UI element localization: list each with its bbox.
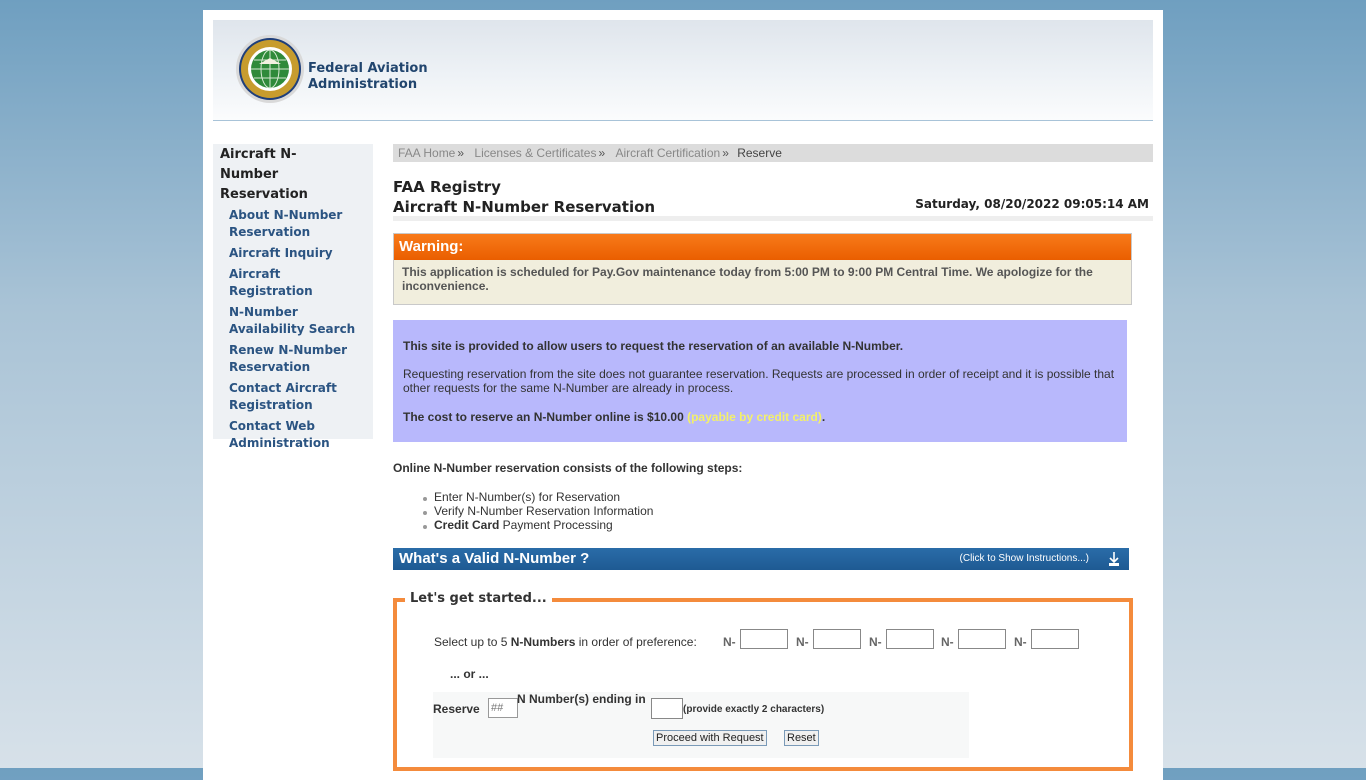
page-title-registry: FAA Registry	[393, 178, 501, 196]
info-cost: The cost to reserve an N-Number online i…	[393, 395, 1127, 424]
sidebar-title: Aircraft N-Number Reservation	[220, 147, 308, 202]
sidebar: Aircraft N-Number Reservation About N-Nu…	[213, 144, 373, 450]
get-started-form: Let's get started... Select up to 5 N-Nu…	[393, 590, 1133, 771]
breadcrumb-separator: »	[598, 146, 606, 160]
reserve-count-input[interactable]	[488, 698, 518, 718]
sidebar-menu: About N-Number Reservation Aircraft Inqu…	[213, 207, 373, 456]
n-prefix-2: N-	[796, 635, 809, 649]
breadcrumb: FAA Home» Licenses & Certificates» Aircr…	[393, 144, 1153, 162]
step-text: Verify N-Number Reservation Information	[434, 504, 654, 518]
step-item: Credit Card Payment Processing	[421, 518, 653, 532]
info-intro: This site is provided to allow users to …	[403, 339, 904, 353]
sidebar-item-availability-search[interactable]: N-Number Availability Search	[213, 304, 373, 342]
page: Federal Aviation Administration Aircraft…	[203, 10, 1163, 780]
n-number-input-4[interactable]	[958, 629, 1006, 649]
faa-seal-icon[interactable]	[235, 34, 305, 104]
sidebar-item-aircraft-inquiry[interactable]: Aircraft Inquiry	[213, 245, 373, 266]
breadcrumb-separator: »	[457, 146, 465, 160]
form-legend: Let's get started...	[405, 590, 552, 608]
brand-line-2: Administration	[308, 77, 418, 92]
n-number-input-3[interactable]	[886, 629, 934, 649]
breadcrumb-separator: »	[722, 146, 729, 160]
page-title-block: FAA Registry Aircraft N-Number Reservati…	[393, 178, 1153, 221]
breadcrumb-aircraft-certification[interactable]: Aircraft Certification	[610, 146, 720, 160]
step-item: Verify N-Number Reservation Information	[421, 504, 653, 518]
reset-button[interactable]: Reset	[784, 730, 819, 746]
n-number-input-1[interactable]	[740, 629, 788, 649]
site-header: Federal Aviation Administration	[213, 20, 1153, 121]
info-box: This site is provided to allow users to …	[393, 320, 1127, 442]
ending-characters-input[interactable]	[651, 698, 683, 719]
steps-list: Enter N-Number(s) for Reservation Verify…	[421, 490, 653, 532]
step-text: Payment Processing	[499, 518, 613, 532]
n-number-input-5[interactable]	[1031, 629, 1079, 649]
info-cost-text: The cost to reserve an N-Number online i…	[403, 410, 688, 424]
valid-n-number-toggle[interactable]: What's a Valid N-Number ? (Click to Show…	[393, 548, 1129, 570]
warning-message: This application is scheduled for Pay.Go…	[402, 265, 1093, 293]
n-number-input-2[interactable]	[813, 629, 861, 649]
select-bold: N-Numbers	[510, 635, 576, 649]
current-datetime: Saturday, 08/20/2022 09:05:14 AM	[915, 197, 1149, 211]
ending-in-label: N Number(s) ending in	[517, 692, 646, 706]
step-bold: Credit Card	[434, 518, 500, 532]
warning-box: Warning: This application is scheduled f…	[393, 233, 1132, 305]
warning-title: Warning:	[394, 234, 1131, 260]
payable-credit-card-link[interactable]: (payable by credit card)	[687, 410, 822, 424]
ending-characters-hint: (provide exactly 2 characters)	[683, 704, 825, 715]
breadcrumb-faa-home[interactable]: FAA Home	[393, 146, 455, 160]
valid-n-number-title: What's a Valid N-Number ?	[399, 550, 590, 567]
reserve-ending-row: Reserve N Number(s) ending in (provide e…	[433, 692, 969, 758]
show-instructions-hint[interactable]: (Click to Show Instructions...)	[960, 548, 1089, 570]
breadcrumb-licenses[interactable]: Licenses & Certificates	[469, 146, 596, 160]
select-prefix: Select up to 5	[434, 635, 511, 649]
info-disclaimer: Requesting reservation from the site doe…	[403, 367, 1115, 395]
reserve-label: Reserve	[433, 702, 480, 716]
sidebar-item-aircraft-registration[interactable]: Aircraft Registration	[213, 266, 373, 304]
n-prefix-5: N-	[1014, 635, 1027, 649]
or-separator: ... or ...	[450, 667, 489, 681]
brand-line-1: Federal Aviation	[308, 61, 428, 76]
step-item: Enter N-Number(s) for Reservation	[421, 490, 653, 504]
info-cost-suffix: .	[821, 410, 826, 424]
select-n-numbers-label: Select up to 5 N-Numbers in order of pre…	[434, 635, 697, 649]
brand-name[interactable]: Federal Aviation Administration	[308, 61, 428, 93]
proceed-with-request-button[interactable]: Proceed with Request	[653, 730, 767, 746]
sidebar-item-renew[interactable]: Renew N-Number Reservation	[213, 342, 373, 380]
step-text: Enter N-Number(s) for Reservation	[434, 490, 621, 504]
select-suffix: in order of preference:	[575, 635, 697, 649]
n-prefix-4: N-	[941, 635, 954, 649]
sidebar-item-contact-registration[interactable]: Contact Aircraft Registration	[213, 380, 373, 418]
expand-icon[interactable]	[1107, 551, 1121, 567]
n-prefix-1: N-	[723, 635, 736, 649]
sidebar-item-about[interactable]: About N-Number Reservation	[213, 207, 373, 245]
steps-intro: Online N-Number reservation consists of …	[393, 461, 743, 475]
breadcrumb-current: Reserve	[737, 146, 782, 160]
n-prefix-3: N-	[869, 635, 882, 649]
sidebar-item-contact-web[interactable]: Contact Web Administration	[213, 418, 373, 456]
